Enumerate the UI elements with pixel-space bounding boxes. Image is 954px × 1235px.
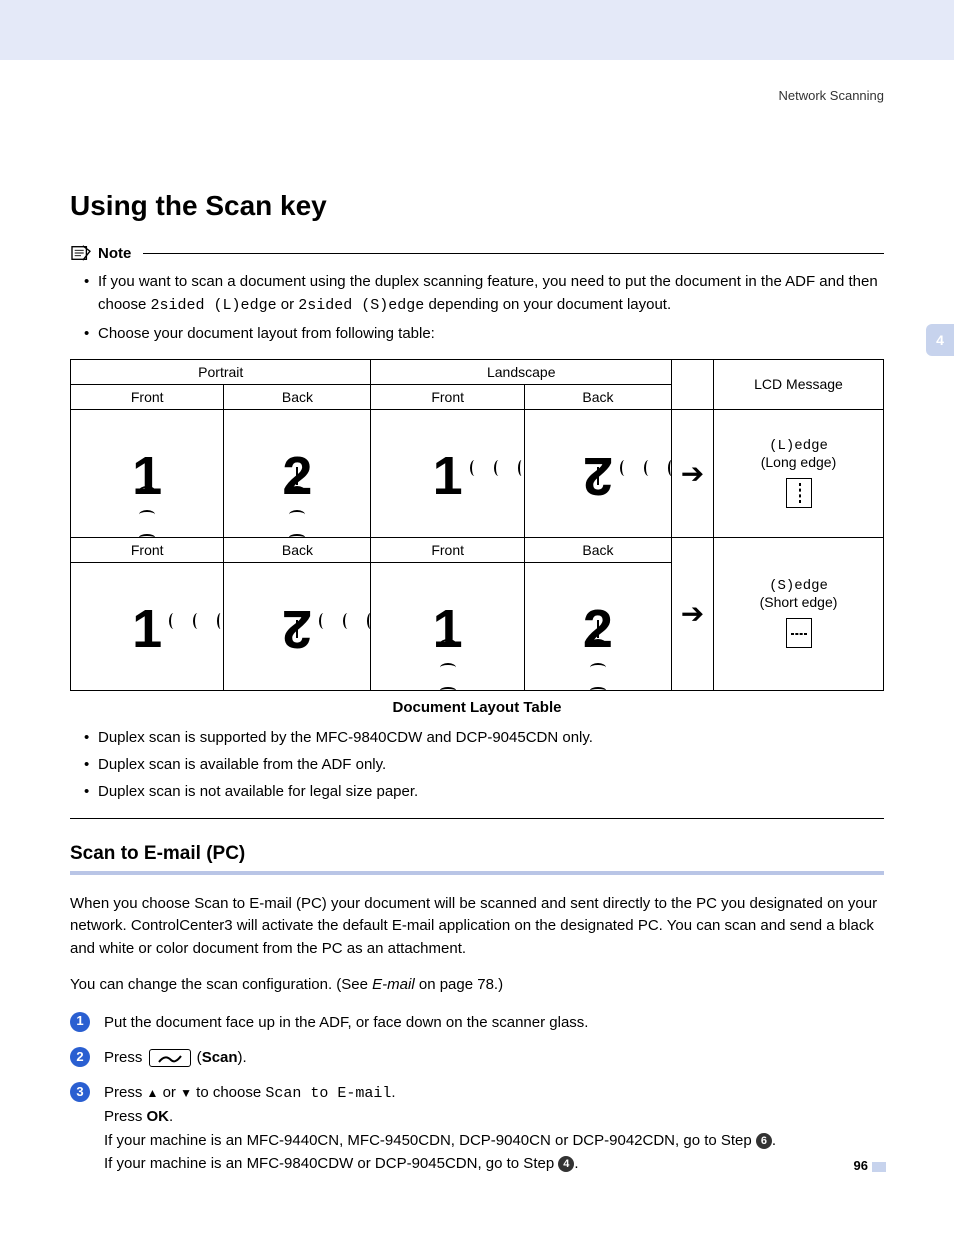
table-cell: 2 [524,409,671,537]
heading-underline [70,871,884,875]
step-item: 1 Put the document face up in the ADF, o… [70,1011,884,1034]
note-end-rule [70,818,884,819]
page-title: Using the Scan key [70,190,884,222]
step-item: 2 Press (Scan). [70,1046,884,1069]
col-lcd: LCD Message [714,359,884,409]
table-cell: 1 [371,409,524,537]
body-paragraph: When you choose Scan to E-mail (PC) your… [70,893,884,961]
note-bullet: Choose your document layout from followi… [84,322,884,345]
step-item: 3 Press ▲ or ▼ to choose Scan to E-mail.… [70,1081,884,1175]
lcd-cell: (L)edge (Long edge) [714,409,884,537]
arrow-icon: ➔ [672,537,714,690]
col-portrait: Portrait [71,359,371,384]
step-number-icon: 1 [70,1012,90,1032]
step-number-icon: 3 [70,1082,90,1102]
step-ref-icon: 6 [756,1133,772,1149]
short-edge-icon [786,618,812,648]
step-number-icon: 2 [70,1047,90,1067]
table-caption: Document Layout Table [70,699,884,716]
step-text: Put the document face up in the ADF, or … [104,1011,588,1034]
table-cell: 2 [524,562,671,690]
section-heading: Scan to E-mail (PC) [70,843,884,865]
note-bullet: Duplex scan is available from the ADF on… [84,753,884,776]
note-icon [70,244,92,262]
col-landscape: Landscape [371,359,672,384]
note-bullet: Duplex scan is not available for legal s… [84,780,884,803]
step-ref-icon: 4 [558,1156,574,1172]
table-cell: 1 [71,562,224,690]
lcd-cell: (S)edge (Short edge) [714,537,884,690]
note-rule [143,253,884,254]
arrow-icon: ➔ [672,409,714,537]
note-bullet: Duplex scan is supported by the MFC-9840… [84,726,884,749]
note-block: Note If you want to scan a document usin… [70,244,884,819]
chapter-tab: 4 [926,324,954,356]
scan-key-icon [149,1049,191,1067]
step-text: Press ▲ or ▼ to choose Scan to E-mail. P… [104,1081,776,1175]
long-edge-icon [786,478,812,508]
table-cell: 2 [224,409,371,537]
table-cell: 1 [371,562,524,690]
top-accent-bar [0,0,954,60]
step-text: Press (Scan). [104,1046,247,1069]
down-arrow-icon: ▼ [180,1086,192,1100]
note-bullet: If you want to scan a document using the… [84,270,884,318]
body-paragraph: You can change the scan configuration. (… [70,974,884,997]
xref-link[interactable]: E-mail [372,976,415,993]
table-cell: 1 [71,409,224,537]
running-header: Network Scanning [779,88,885,103]
layout-table: Portrait Landscape LCD Message Front Bac… [70,359,884,691]
up-arrow-icon: ▲ [147,1086,159,1100]
page-number: 96 [854,1158,886,1173]
note-title: Note [98,245,131,262]
table-cell: 2 [224,562,371,690]
